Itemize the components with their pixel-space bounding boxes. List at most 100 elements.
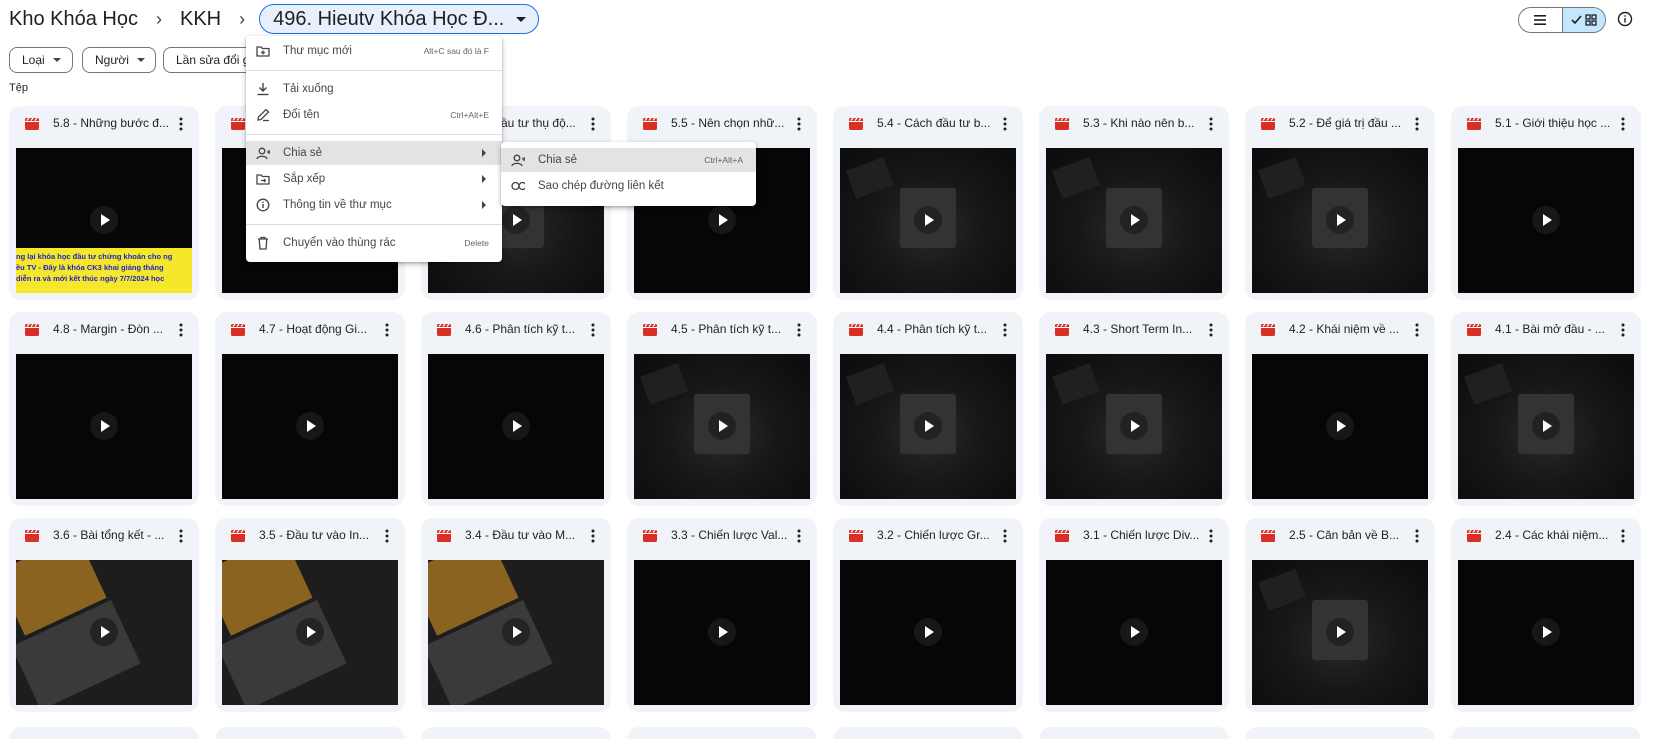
menu-item-share[interactable]: Chia sẻ [246,141,502,165]
caret-down-icon [52,58,61,62]
file-card[interactable]: 3.5 - Đầu tư vào In... [215,518,405,712]
file-card[interactable]: 5.4 - Cách đầu tư b... [833,106,1023,300]
file-title: 4.2 - Khái niệm về ... [1289,322,1400,336]
more-options-icon[interactable] [1203,115,1219,133]
video-thumbnail[interactable] [1046,560,1222,705]
file-card[interactable]: 3.2 - Chiến lược Gr... [833,518,1023,712]
menu-item-folder-info[interactable]: Thông tin về thư mục [246,193,502,217]
video-file-icon [849,530,863,542]
video-thumbnail[interactable] [428,560,604,705]
submenu-item-copy-link[interactable]: Sao chép đường liên kết [501,174,756,198]
more-options-icon[interactable] [173,321,189,339]
menu-item-new-folder[interactable]: Thư mục mới Alt+C sau đó là F [246,39,502,63]
card-partial [1039,727,1229,739]
more-options-icon[interactable] [1203,321,1219,339]
file-card[interactable]: 5.2 - Để giá trị đầu ... [1245,106,1435,300]
file-title: 4.4 - Phân tích kỹ t... [877,322,988,336]
video-thumbnail[interactable] [1252,560,1428,705]
more-options-icon[interactable] [173,115,189,133]
more-options-icon[interactable] [1615,321,1631,339]
more-options-icon[interactable] [379,321,395,339]
filter-type-chip[interactable]: Loại [9,47,73,73]
file-title: 2.4 - Các khái niệm... [1495,528,1609,542]
play-icon [914,618,942,646]
file-card[interactable]: 2.5 - Căn bản về B... [1245,518,1435,712]
file-card[interactable]: 5.8 - Những bước đ... ng lại khóa học đầu… [9,106,199,300]
video-thumbnail[interactable] [634,354,810,499]
more-options-icon[interactable] [997,115,1013,133]
more-options-icon[interactable] [1409,527,1425,545]
video-thumbnail[interactable] [428,354,604,499]
video-thumbnail[interactable] [1046,354,1222,499]
menu-label: Chia sẻ [283,147,322,159]
list-icon [1534,15,1547,25]
file-card[interactable]: 3.3 - Chiến lược Val... [627,518,817,712]
menu-item-organize[interactable]: Sắp xếp [246,167,502,191]
file-card[interactable]: 4.2 - Khái niệm về ... [1245,312,1435,506]
video-thumbnail[interactable] [222,354,398,499]
video-thumbnail[interactable] [1458,354,1634,499]
video-thumbnail[interactable] [1046,148,1222,293]
file-title: 4.8 - Margin - Đòn ... [53,322,164,336]
file-title: 5.5 - Nên chọn nhữ... [671,116,785,130]
video-thumbnail[interactable] [1458,560,1634,705]
video-thumbnail[interactable] [1252,354,1428,499]
more-options-icon[interactable] [379,527,395,545]
file-card[interactable]: 3.6 - Bài tổng kết - ... [9,518,199,712]
video-thumbnail[interactable] [840,354,1016,499]
video-file-icon [1055,324,1069,336]
more-options-icon[interactable] [173,527,189,545]
video-thumbnail[interactable] [840,560,1016,705]
filter-people-chip[interactable]: Người [82,47,156,73]
file-card[interactable]: 4.4 - Phân tích kỹ t... [833,312,1023,506]
card-partial [215,727,405,739]
more-options-icon[interactable] [1203,527,1219,545]
file-card[interactable]: 3.4 - Đầu tư vào M... [421,518,611,712]
more-options-icon[interactable] [1615,115,1631,133]
file-card[interactable]: 4.5 - Phân tích kỹ t... [627,312,817,506]
more-options-icon[interactable] [585,115,601,133]
more-options-icon[interactable] [585,527,601,545]
chevron-right-icon: › [155,8,162,29]
more-options-icon[interactable] [997,321,1013,339]
more-options-icon[interactable] [585,321,601,339]
more-options-icon[interactable] [791,115,807,133]
video-thumbnail[interactable] [840,148,1016,293]
file-card[interactable]: 5.1 - Giới thiệu học ... [1451,106,1641,300]
file-card[interactable]: 5.3 - Khi nào nên b... [1039,106,1229,300]
file-card[interactable]: 3.1 - Chiến lược Div... [1039,518,1229,712]
file-card[interactable]: 2.4 - Các khái niệm... [1451,518,1641,712]
file-card[interactable]: 4.3 - Short Term In... [1039,312,1229,506]
more-options-icon[interactable] [1409,321,1425,339]
play-icon [1120,412,1148,440]
file-card[interactable]: 4.1 - Bài mở đầu - ... [1451,312,1641,506]
more-options-icon[interactable] [791,321,807,339]
breadcrumb-root[interactable]: Kho Khóa Học [9,8,138,31]
more-options-icon[interactable] [1409,115,1425,133]
video-thumbnail[interactable]: ng lại khóa học đầu tư chứng khoán cho n… [16,148,192,293]
video-thumbnail[interactable] [16,560,192,705]
video-thumbnail[interactable] [222,560,398,705]
grid-view-button[interactable] [1561,8,1605,32]
video-thumbnail[interactable] [634,560,810,705]
breadcrumb-parent[interactable]: KKH [180,8,221,31]
video-thumbnail[interactable] [16,354,192,499]
banner-line: ều TV - Đây là khóa CK3 khai giảng tháng [16,263,164,272]
breadcrumb-current-folder[interactable]: 496. Hieutv Khóa Học Đ... [259,4,540,34]
list-view-button[interactable] [1519,8,1562,32]
more-options-icon[interactable] [791,527,807,545]
video-thumbnail[interactable] [1252,148,1428,293]
file-card[interactable]: 4.8 - Margin - Đòn ... [9,312,199,506]
video-thumbnail[interactable] [1458,148,1634,293]
info-button[interactable] [1614,8,1636,30]
submenu-item-share[interactable]: Chia sẻ Ctrl+Alt+A [501,148,756,172]
menu-item-rename[interactable]: Đổi tên Ctrl+Alt+E [246,103,502,127]
more-options-icon[interactable] [1615,527,1631,545]
submenu-arrow-icon [482,175,486,183]
more-options-icon[interactable] [997,527,1013,545]
filter-modified-chip[interactable]: Lần sửa đổi g [163,47,259,73]
file-card[interactable]: 4.6 - Phân tích kỹ t... [421,312,611,506]
menu-item-download[interactable]: Tải xuống [246,77,502,101]
file-card[interactable]: 4.7 - Hoạt động Gi... [215,312,405,506]
menu-item-trash[interactable]: Chuyển vào thùng rác Delete [246,231,502,255]
